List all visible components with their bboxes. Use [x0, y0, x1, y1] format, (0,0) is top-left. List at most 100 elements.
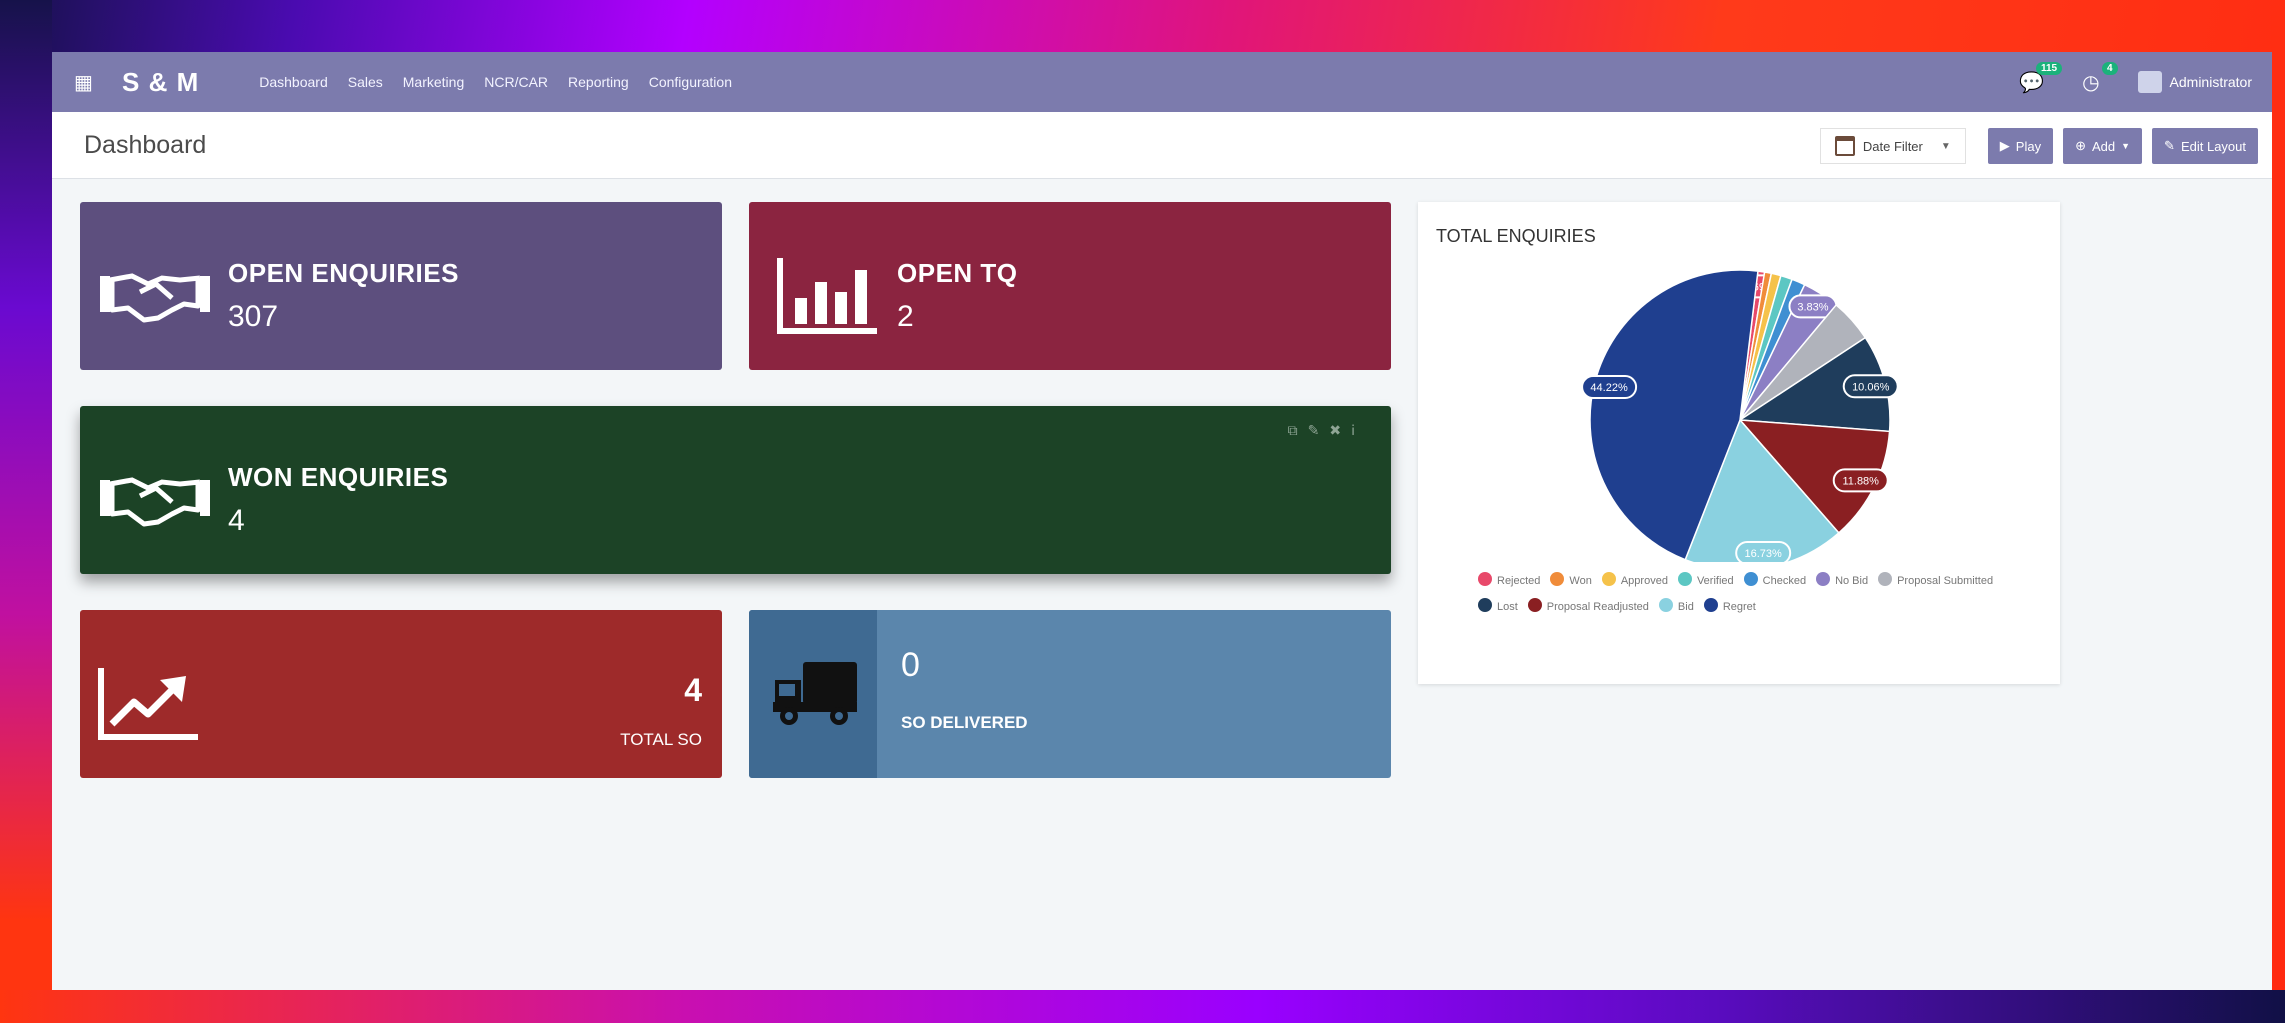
tile-value: 307 [228, 300, 279, 333]
info-icon[interactable]: ⅰ [1351, 422, 1365, 438]
add-button[interactable]: ⊕ Add ▼ [2063, 128, 2143, 164]
legend-item[interactable]: Lost [1478, 594, 1518, 620]
app-window: ▦ S & M Dashboard Sales Marketing NCR/CA… [52, 52, 2272, 990]
svg-text:11.88%: 11.88% [1842, 475, 1879, 487]
tile-value: 0 [901, 646, 920, 684]
legend-item[interactable]: Regret [1703, 594, 1756, 620]
chevron-down-icon: ▼ [2121, 141, 2131, 151]
svg-text:3.83%: 3.83% [1797, 301, 1828, 313]
svg-text:16.73%: 16.73% [1745, 548, 1783, 560]
trend-up-icon [98, 668, 198, 740]
activities-icon[interactable]: ◷ 4 [2082, 61, 2118, 95]
messages-icon[interactable]: 💬 115 [2019, 61, 2063, 95]
tile-title: SO DELIVERED [901, 713, 1028, 732]
menu-item-dashboard[interactable]: Dashboard [259, 74, 328, 90]
legend-label: Verified [1696, 575, 1734, 587]
legend-swatch [1658, 598, 1673, 612]
legend-label: Proposal Readjusted [1546, 601, 1649, 613]
tile-title: OPEN TQ [897, 258, 1018, 288]
play-button[interactable]: ▶ Play [1987, 128, 2054, 164]
legend-label: Lost [1497, 601, 1518, 613]
user-menu[interactable]: Administrator [2137, 71, 2252, 93]
legend-swatch [1478, 598, 1492, 612]
legend-item[interactable]: Won [1550, 568, 1592, 594]
svg-text:44.22%: 44.22% [1590, 382, 1628, 394]
legend-label: Regret [1722, 601, 1756, 613]
legend-swatch [1527, 598, 1542, 612]
menu-item-marketing[interactable]: Marketing [403, 74, 464, 90]
legend-item[interactable]: Checked [1743, 568, 1806, 594]
bar-chart-icon [777, 258, 877, 334]
legend-swatch [1601, 572, 1616, 586]
legend-item[interactable]: Approved [1601, 568, 1668, 594]
legend-label: No Bid [1835, 575, 1869, 587]
control-actions: Date Filter ▼ ▶ Play ⊕ Add ▼ ✎ Edit Layo… [1819, 128, 2258, 164]
background-frame-left [0, 0, 52, 1023]
legend-swatch [1816, 572, 1831, 586]
menu-item-reporting[interactable]: Reporting [568, 74, 629, 90]
pie-data-label: 44.22% [1581, 375, 1638, 400]
pie-data-label: 10.06% [1842, 374, 1899, 399]
legend-swatch [1677, 572, 1692, 586]
date-filter-dropdown[interactable]: Date Filter ▼ [1819, 128, 1966, 164]
calendar-icon [1834, 136, 1855, 156]
menu-item-sales[interactable]: Sales [348, 74, 383, 90]
tile-value: 4 [228, 504, 245, 537]
pie-data-label: 16.73% [1735, 540, 1792, 562]
so-delivered-tile[interactable]: 0 SO DELIVERED [749, 610, 1391, 778]
messages-badge: 115 [2035, 61, 2063, 75]
legend-swatch [1478, 572, 1492, 586]
tile-title: OPEN ENQUIRIES [228, 258, 459, 288]
page-title: Dashboard [84, 130, 207, 159]
copy-icon[interactable]: ⧉ [1288, 422, 1308, 438]
legend-item[interactable]: Verified [1677, 568, 1734, 594]
pie-data-label: 11.88% [1832, 468, 1889, 493]
avatar [2137, 71, 2162, 93]
menu-item-ncr-car[interactable]: NCR/CAR [484, 74, 548, 90]
control-panel: Dashboard Date Filter ▼ ▶ Play ⊕ Add ▼ ✎… [52, 112, 2272, 179]
edit-layout-button[interactable]: ✎ Edit Layout [2152, 128, 2258, 164]
handshake-icon [100, 273, 210, 323]
plus-circle-icon: ⊕ [2075, 138, 2086, 153]
close-icon[interactable]: ✖ [1329, 422, 1351, 438]
activities-badge: 4 [2101, 61, 2118, 75]
tile-tools: ⧉✎✖ⅰ [1288, 422, 1365, 439]
apps-grid-icon[interactable]: ▦ [74, 70, 100, 95]
tile-value: 2 [897, 300, 914, 333]
tile-title: WON ENQUIRIES [228, 462, 449, 492]
legend-item[interactable]: Proposal Readjusted [1527, 594, 1649, 620]
total-so-tile[interactable]: 4 TOTAL SO [80, 610, 722, 778]
legend-item[interactable]: No Bid [1816, 568, 1868, 594]
menu-item-configuration[interactable]: Configuration [649, 74, 732, 90]
tile-title: TOTAL SO [620, 730, 702, 749]
legend-label: Approved [1620, 575, 1668, 587]
legend-label: Won [1569, 575, 1592, 587]
legend-swatch [1703, 598, 1718, 612]
handshake-icon [100, 477, 210, 527]
legend-label: Rejected [1497, 575, 1541, 587]
legend-swatch [1550, 572, 1565, 586]
legend-swatch [1878, 572, 1893, 586]
legend-label: Proposal Submitted [1897, 575, 1994, 587]
won-enquiries-tile[interactable]: ⧉✎✖ⅰ WON ENQUIRIES 4 [80, 406, 1391, 574]
legend-item[interactable]: Rejected [1478, 568, 1540, 594]
svg-text:10.06%: 10.06% [1852, 381, 1890, 393]
chevron-down-icon: ▼ [1940, 140, 1951, 152]
play-label: Play [2015, 138, 2042, 154]
background-frame-bottom [0, 990, 2285, 1023]
play-icon: ▶ [1999, 138, 2010, 153]
main-menu: Dashboard Sales Marketing NCR/CAR Report… [259, 74, 732, 90]
pie-chart: 0.69%3.83%10.06%11.88%16.73%44.22% [1581, 269, 1899, 562]
legend-swatch [1743, 572, 1758, 586]
add-label: Add [2091, 138, 2116, 154]
total-enquiries-chart: TOTAL ENQUIRIES 0.69% 3.83% 10.06% 11.88% 16… [1418, 202, 2060, 684]
open-tq-tile[interactable]: OPEN TQ 2 [749, 202, 1391, 370]
navbar-systray: 💬 115 ◷ 4 Administrator [2019, 52, 2252, 112]
legend-item[interactable]: Bid [1658, 594, 1694, 620]
brand-name[interactable]: S & M [122, 67, 199, 98]
open-enquiries-tile[interactable]: OPEN ENQUIRIES 307 [80, 202, 722, 370]
pencil-icon[interactable]: ✎ [1308, 422, 1330, 438]
top-navbar: ▦ S & M Dashboard Sales Marketing NCR/CA… [52, 52, 2272, 112]
edit-layout-label: Edit Layout [2180, 138, 2246, 154]
legend-item[interactable]: Proposal Submitted [1878, 568, 1993, 594]
